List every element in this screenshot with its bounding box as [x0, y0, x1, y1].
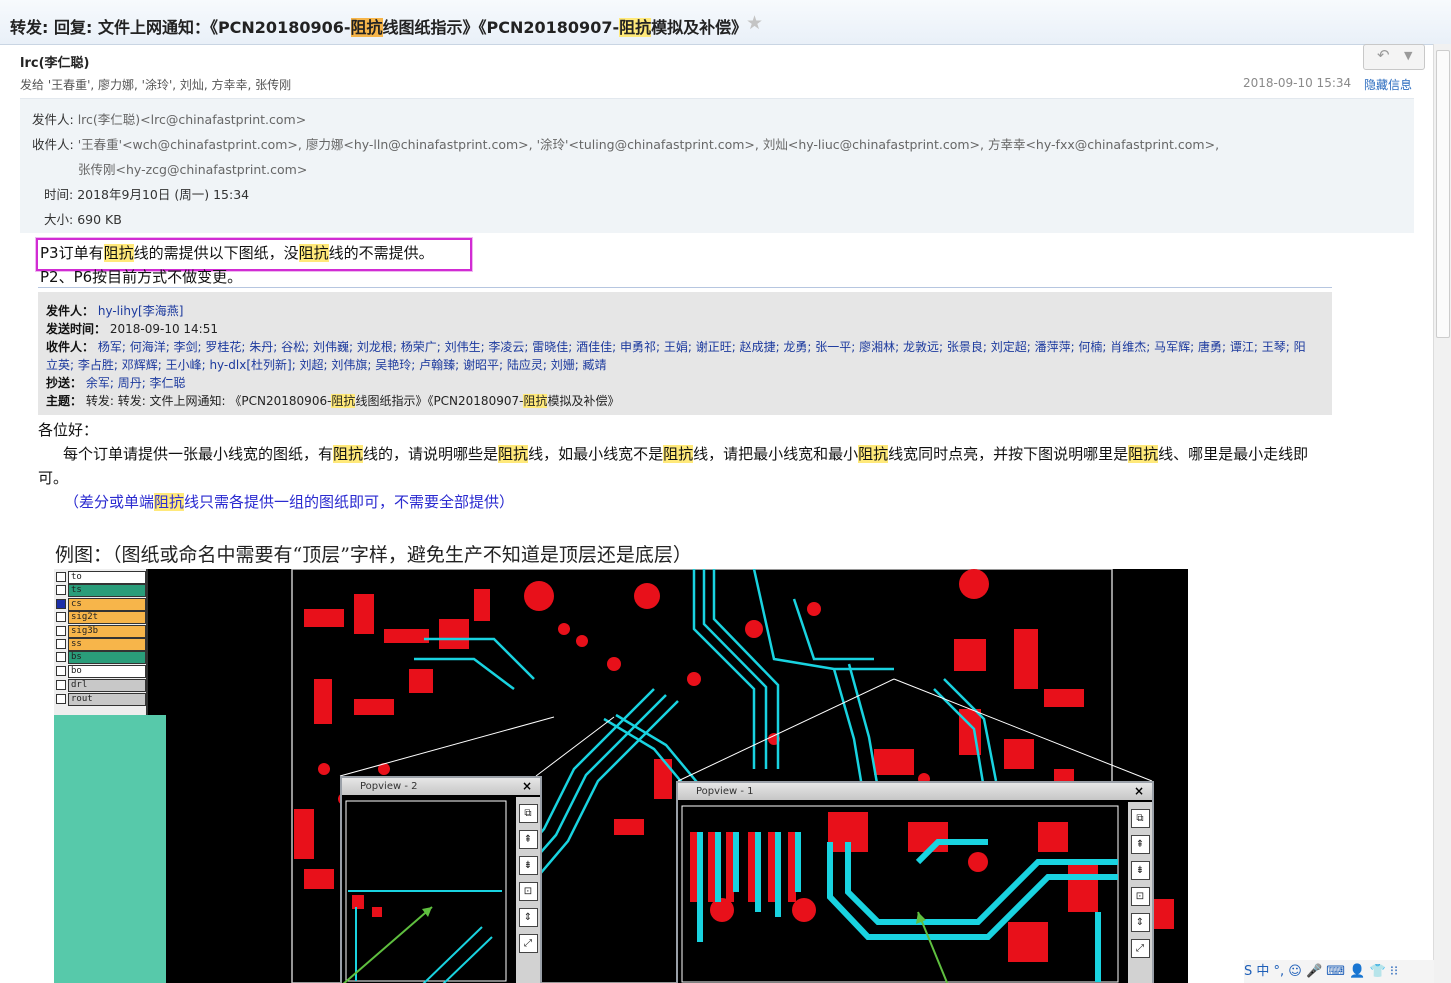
- vertical-scrollbar[interactable]: [1433, 44, 1451, 983]
- reply-button-group[interactable]: ↶ ▼: [1363, 44, 1425, 70]
- fwd-sent: 发送时间： 2018-09-10 14:51: [46, 322, 218, 336]
- layer-item[interactable]: rout: [68, 693, 146, 706]
- popview-2-artwork: [342, 800, 507, 983]
- popview-1-artwork: [681, 805, 1119, 983]
- layer-item[interactable]: drl: [68, 679, 146, 692]
- quote-separator: [38, 287, 1332, 288]
- fwd-to-continued: 立英; 李占胜; 邓辉辉; 王小峰; hy-dlx[杜列新]; 刘超; 刘伟旗;…: [46, 358, 607, 372]
- highlighted-term: 阻抗: [1128, 445, 1159, 463]
- fit-tool-icon[interactable]: ⤢: [518, 934, 538, 953]
- paragraph-text: 线，请把最小线宽和最小: [693, 445, 859, 463]
- fwd-to: 收件人： 杨军; 何海洋; 李剑; 罗桂花; 朱丹; 谷松; 刘伟巍; 刘龙根;…: [46, 340, 1306, 354]
- email-details-panel: 发件人: lrc(李仁聪)<lrc@chinafastprint.com> 收件…: [20, 98, 1414, 233]
- page-up-icon[interactable]: ⇞: [518, 830, 538, 849]
- layer-item[interactable]: cs: [68, 597, 146, 611]
- ime-toolbar[interactable]: S 中 °, ☺ 🎤 ⌨ 👤 👕 ⁝⁝: [1244, 960, 1434, 983]
- highlighted-term: 阻抗: [333, 445, 364, 463]
- paragraph-text: 线宽同时点亮，并按下图说明哪里是: [888, 445, 1129, 463]
- layer-item[interactable]: bs: [68, 651, 146, 665]
- popview-2-toolbar: ⧉ ⇞ ⇟ ⊡ ⇕ ⤢: [516, 797, 540, 983]
- layer-checkbox[interactable]: [56, 652, 66, 663]
- details-to-continued: 张传刚<hy-zcg@chinafastprint.com>: [78, 162, 308, 177]
- layer-panel-background: [54, 715, 166, 983]
- layer-checkbox[interactable]: [56, 598, 66, 609]
- layer-checkbox[interactable]: [56, 572, 66, 582]
- note-line-2: P2、P6按目前方式不做变更。: [40, 268, 243, 286]
- email-datetime: 2018-09-10 15:34: [1243, 76, 1352, 90]
- page-down-icon[interactable]: ⇟: [1130, 861, 1150, 880]
- layer-item[interactable]: sig3b: [68, 624, 146, 638]
- details-to: 收件人: '王春重'<wch@chinafastprint.com>, 廖力娜<…: [32, 137, 1220, 152]
- greeting: 各位好：: [38, 421, 99, 439]
- move-tool-icon[interactable]: ⇕: [1130, 913, 1150, 932]
- note-line-1: P3订单有阻抗线的需提供以下图纸，没阻抗线的不需提供。: [40, 244, 434, 262]
- layer-checkbox[interactable]: [56, 665, 66, 676]
- zoom-tool-icon[interactable]: ⧉: [518, 804, 538, 823]
- hide-info-link[interactable]: 隐藏信息: [1364, 76, 1412, 93]
- popview-2-window[interactable]: Popview - 2 × ⧉ ⇞ ⇟ ⊡ ⇕ ⤢: [340, 776, 542, 983]
- highlighted-term: 阻抗: [663, 445, 694, 463]
- scrollbar-thumb[interactable]: [1436, 50, 1450, 338]
- move-tool-icon[interactable]: ⇕: [518, 908, 538, 927]
- paragraph-text: 线的，请说明哪些是: [363, 445, 499, 463]
- blue-note: （差分或单端阻抗线只需各提供一组的图纸即可，不需要全部提供）: [64, 493, 515, 511]
- page-down-icon[interactable]: ⇟: [518, 856, 538, 875]
- layer-item[interactable]: ts: [68, 584, 146, 598]
- popview-1-window[interactable]: Popview - 1 × ⧉ ⇞ ⇟ ⊡ ⇕ ⤢: [676, 781, 1154, 983]
- popview-2-titlebar[interactable]: Popview - 2 ×: [342, 778, 540, 795]
- fwd-cc: 抄送： 余军; 周丹; 李仁聪: [46, 376, 186, 390]
- fwd-from: 发件人： hy-lihy[李海燕]: [46, 304, 184, 318]
- pcb-example-image: to ts cs sig2t sig3b ss bs bo drl rout Popview - …: [54, 569, 1188, 983]
- highlighted-term: 阻抗: [498, 445, 529, 463]
- layer-item[interactable]: ss: [68, 638, 146, 651]
- details-size: 大小: 690 KB: [44, 212, 122, 227]
- close-icon[interactable]: ×: [1134, 783, 1144, 800]
- popview-1-toolbar: ⧉ ⇞ ⇟ ⊡ ⇕ ⤢: [1128, 802, 1152, 983]
- recipients-summary: 发给 '王春重', 廖力娜, '涂玲', 刘灿, 方幸幸, 张传刚: [20, 78, 292, 92]
- fwd-subject: 主题： 转发: 转发: 文件上网通知: 《PCN20180906-阻抗线图纸指示…: [46, 394, 620, 408]
- layer-checkbox[interactable]: [56, 639, 66, 649]
- layer-item[interactable]: sig2t: [68, 611, 146, 625]
- layer-checkbox[interactable]: [56, 625, 66, 636]
- star-icon[interactable]: ★: [746, 12, 763, 34]
- close-icon[interactable]: ×: [522, 778, 532, 795]
- forwarded-header: 发件人： hy-lihy[李海燕] 发送时间： 2018-09-10 14:51…: [38, 292, 1332, 415]
- layer-item[interactable]: bo: [68, 664, 146, 678]
- layer-checkbox[interactable]: [56, 612, 66, 623]
- sender-name: lrc(李仁聪): [20, 56, 90, 71]
- paragraph-text: 每个订单请提供一张最小线宽的图纸，有: [63, 445, 334, 463]
- pan-tool-icon[interactable]: ⊡: [518, 882, 538, 901]
- fit-tool-icon[interactable]: ⤢: [1130, 939, 1150, 958]
- paragraph-text: 线，如最小线宽不是: [528, 445, 664, 463]
- layer-list-panel[interactable]: to ts cs sig2t sig3b ss bs bo drl rout: [54, 569, 148, 715]
- reply-icon[interactable]: ↶: [1377, 46, 1390, 64]
- popview-1-titlebar[interactable]: Popview - 1 ×: [678, 783, 1152, 800]
- email-subject: 转发: 回复: 文件上网通知：《PCN20180906-阻抗线图纸指示》《PCN…: [10, 18, 748, 37]
- page-up-icon[interactable]: ⇞: [1130, 835, 1150, 854]
- highlighted-term: 阻抗: [858, 445, 889, 463]
- example-caption: 例图：（图纸或命名中需要有“顶层”字样，避免生产不知道是顶层还是底层）: [55, 544, 692, 566]
- zoom-tool-icon[interactable]: ⧉: [1130, 809, 1150, 828]
- layer-checkbox[interactable]: [56, 680, 66, 690]
- layer-item[interactable]: to: [68, 571, 146, 584]
- email-title-bar: 转发: 回复: 文件上网通知：《PCN20180906-阻抗线图纸指示》《PCN…: [0, 0, 1451, 45]
- pan-tool-icon[interactable]: ⊡: [1130, 887, 1150, 906]
- chevron-down-icon[interactable]: ▼: [1404, 49, 1412, 62]
- details-from: 发件人: lrc(李仁聪)<lrc@chinafastprint.com>: [32, 112, 307, 127]
- instruction-paragraph: 每个订单请提供一张最小线宽的图纸，有阻抗线的，请说明哪些是阻抗线，如最小线宽不是…: [38, 442, 1330, 490]
- layer-checkbox[interactable]: [56, 694, 66, 704]
- layer-checkbox[interactable]: [56, 585, 66, 596]
- details-time: 时间: 2018年9月10日 (周一) 15:34: [44, 187, 250, 202]
